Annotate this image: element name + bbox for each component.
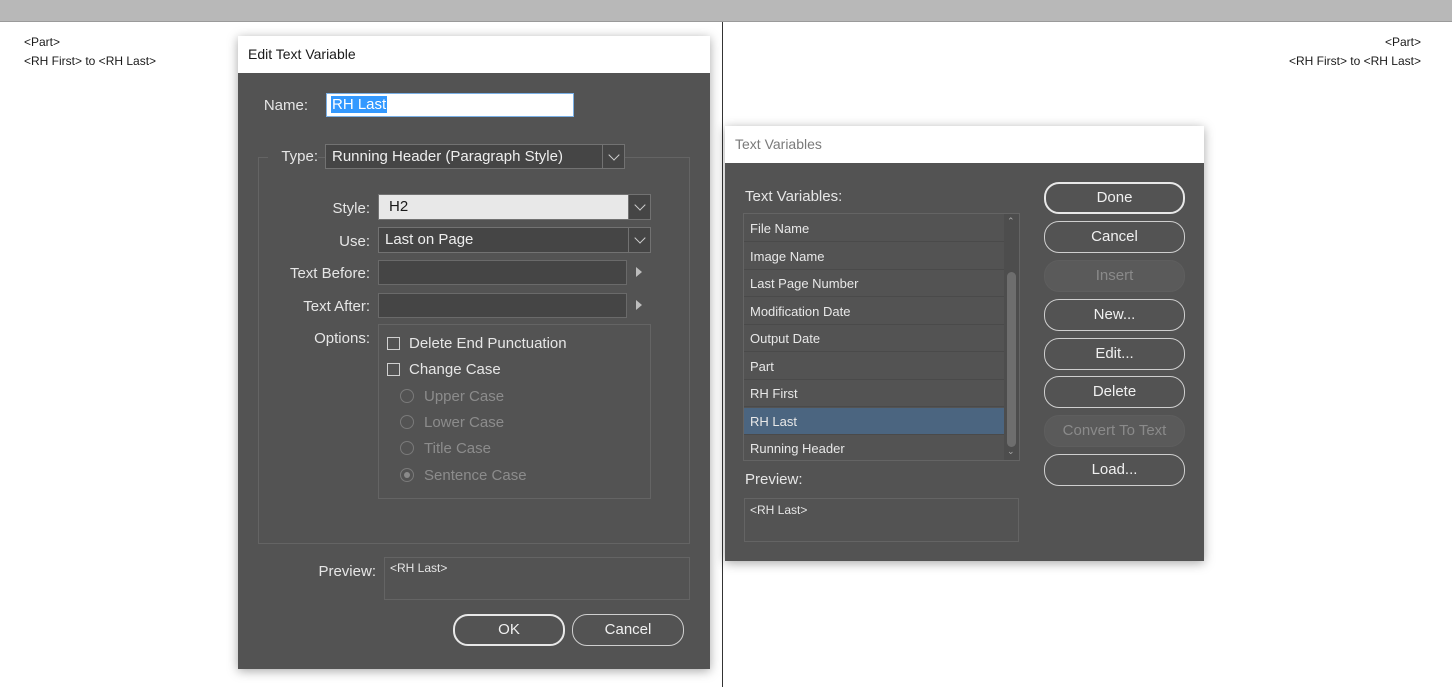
- variables-preview-box: <RH Last>: [744, 498, 1019, 542]
- title-case-label: Title Case: [424, 440, 491, 457]
- title-case-radio[interactable]: [400, 441, 414, 455]
- upper-case-radio[interactable]: [400, 389, 414, 403]
- name-field[interactable]: RH Last: [326, 93, 574, 117]
- style-dropdown[interactable]: H2: [378, 194, 651, 220]
- edit-button[interactable]: Edit...: [1044, 338, 1185, 370]
- lower-case-label: Lower Case: [424, 414, 505, 431]
- list-item[interactable]: Image Name: [744, 243, 1004, 270]
- lower-case-radio[interactable]: [400, 415, 414, 429]
- style-label: Style:: [332, 200, 370, 217]
- text-after-label: Text After:: [303, 298, 370, 315]
- load-button[interactable]: Load...: [1044, 454, 1185, 486]
- options-label: Options:: [314, 330, 370, 347]
- text-variables-list-label: Text Variables:: [745, 188, 843, 205]
- name-field-selected-text: RH Last: [331, 96, 388, 113]
- edit-text-variable-dialog: Edit Text Variable Name: RH Last Type: R…: [238, 36, 710, 669]
- use-dropdown[interactable]: Last on Page: [378, 227, 651, 253]
- edit-dialog-title: Edit Text Variable: [238, 36, 710, 73]
- text-variables-dialog: Text Variables Text Variables: File Name…: [725, 126, 1204, 561]
- change-case-checkbox[interactable]: [387, 363, 400, 376]
- edit-preview-box: <RH Last>: [384, 557, 690, 600]
- left-page-running-header: <RH First> to <RH Last>: [24, 54, 157, 68]
- list-item[interactable]: Running Header: [744, 435, 1004, 460]
- name-label: Name:: [263, 97, 308, 114]
- done-button[interactable]: Done: [1044, 182, 1185, 214]
- edit-preview-label: Preview:: [318, 563, 376, 580]
- type-label: Type:: [268, 148, 318, 165]
- type-dropdown-value: Running Header (Paragraph Style): [332, 148, 563, 165]
- use-label: Use:: [339, 233, 370, 250]
- use-dropdown-value: Last on Page: [385, 231, 474, 248]
- sentence-case-radio[interactable]: [400, 468, 414, 482]
- special-characters-menu-icon[interactable]: [636, 267, 642, 277]
- type-dropdown[interactable]: Running Header (Paragraph Style): [325, 144, 625, 169]
- chevron-down-icon: [602, 145, 624, 168]
- text-after-field[interactable]: [378, 293, 627, 318]
- list-item[interactable]: RH Last: [744, 407, 1004, 435]
- list-item[interactable]: Output Date: [744, 325, 1004, 352]
- chevron-down-icon: [628, 228, 650, 252]
- special-characters-menu-icon[interactable]: [636, 300, 642, 310]
- cancel-button[interactable]: Cancel: [1044, 221, 1185, 253]
- new-button[interactable]: New...: [1044, 299, 1185, 331]
- spread-divider: [722, 22, 723, 687]
- style-dropdown-value: H2: [389, 198, 409, 215]
- sentence-case-label: Sentence Case: [424, 467, 527, 484]
- insert-button[interactable]: Insert: [1044, 260, 1185, 292]
- upper-case-label: Upper Case: [424, 388, 505, 405]
- scrollbar-thumb[interactable]: [1007, 272, 1016, 447]
- scroll-up-icon[interactable]: ⌃: [1007, 216, 1015, 227]
- list-item[interactable]: File Name: [744, 215, 1004, 242]
- right-page-header: <Part> <RH First> to <RH Last>: [1289, 33, 1421, 71]
- text-before-label: Text Before:: [289, 265, 370, 282]
- edit-cancel-button[interactable]: Cancel: [572, 614, 684, 646]
- list-item[interactable]: Modification Date: [744, 298, 1004, 325]
- left-page-header: <Part> <RH First> to <RH Last>: [24, 33, 156, 71]
- list-item[interactable]: Last Page Number: [744, 270, 1004, 297]
- right-page-part-variable: <Part>: [1384, 35, 1421, 49]
- text-before-field[interactable]: [378, 260, 627, 285]
- right-page-running-header: <RH First> to <RH Last>: [1288, 54, 1421, 68]
- edit-preview-value: <RH Last>: [390, 561, 448, 575]
- delete-end-punctuation-checkbox[interactable]: [387, 337, 400, 350]
- list-scrollbar[interactable]: ⌃ ⌄: [1004, 214, 1019, 460]
- convert-to-text-button[interactable]: Convert To Text: [1044, 415, 1185, 447]
- delete-button[interactable]: Delete: [1044, 376, 1185, 408]
- list-item[interactable]: Part: [744, 353, 1004, 380]
- ok-button[interactable]: OK: [453, 614, 565, 646]
- variables-preview-value: <RH Last>: [750, 503, 808, 517]
- list-item[interactable]: RH First: [744, 380, 1004, 407]
- text-variables-list[interactable]: File Name Image Name Last Page Number Modif…: [743, 213, 1020, 461]
- scroll-down-icon[interactable]: ⌄: [1007, 446, 1015, 457]
- variables-dialog-title: Text Variables: [725, 126, 1204, 163]
- left-page-part-variable: <Part>: [24, 35, 61, 49]
- variables-preview-label: Preview:: [745, 471, 803, 488]
- delete-end-punctuation-label: Delete End Punctuation: [409, 335, 567, 352]
- chevron-down-icon: [628, 195, 650, 219]
- change-case-label: Change Case: [409, 361, 501, 378]
- pasteboard-top-bar: [0, 0, 1452, 22]
